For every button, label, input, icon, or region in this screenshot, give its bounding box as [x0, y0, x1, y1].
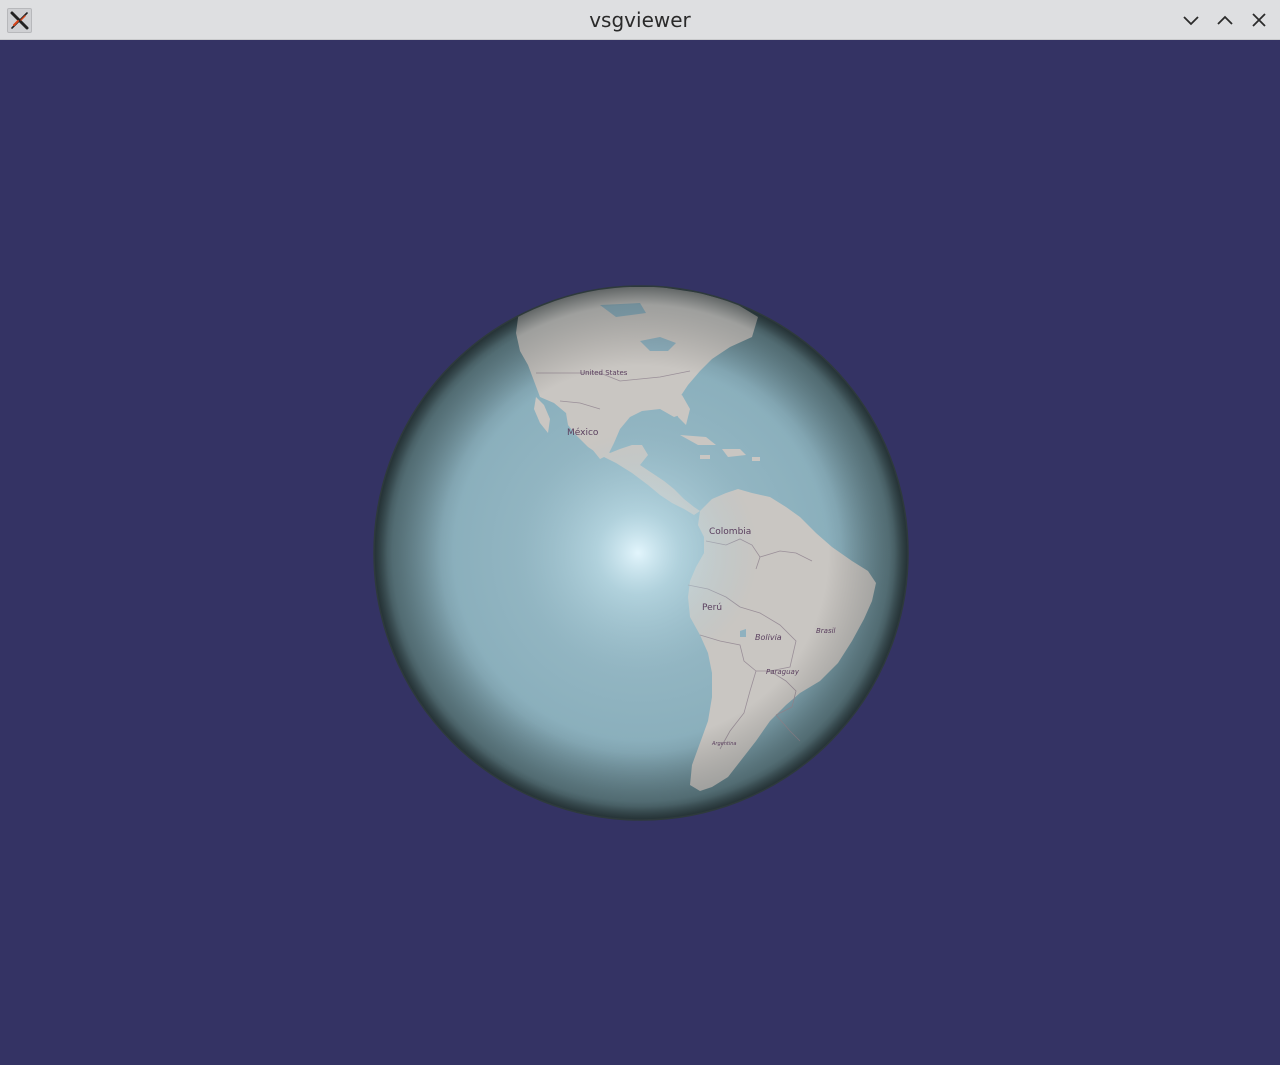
- maximize-button[interactable]: [1211, 6, 1239, 34]
- title-bar[interactable]: vsgviewer: [0, 0, 1280, 40]
- label-colombia: Colombia: [709, 527, 751, 537]
- globe-render[interactable]: United States México Colombia Perú Boliv…: [0, 41, 1280, 1065]
- 3d-viewport[interactable]: United States México Colombia Perú Boliv…: [0, 41, 1280, 1065]
- chevron-up-icon: [1217, 15, 1233, 25]
- label-bolivia: Bolivia: [755, 633, 782, 642]
- application-window: vsgviewer United States México Colombia …: [0, 0, 1280, 1065]
- label-united-states: United States: [580, 369, 628, 377]
- label-brasil: Brasil: [816, 627, 836, 635]
- close-button[interactable]: [1245, 6, 1273, 34]
- close-icon: [1252, 13, 1266, 27]
- label-argentina: Argentina: [711, 741, 736, 747]
- label-peru: Perú: [702, 603, 722, 613]
- minimize-button[interactable]: [1177, 6, 1205, 34]
- label-paraguay: Paraguay: [766, 668, 800, 676]
- window-title: vsgviewer: [589, 8, 691, 32]
- chevron-down-icon: [1183, 16, 1199, 26]
- label-mexico: México: [567, 427, 599, 438]
- specular-highlight: [518, 433, 758, 673]
